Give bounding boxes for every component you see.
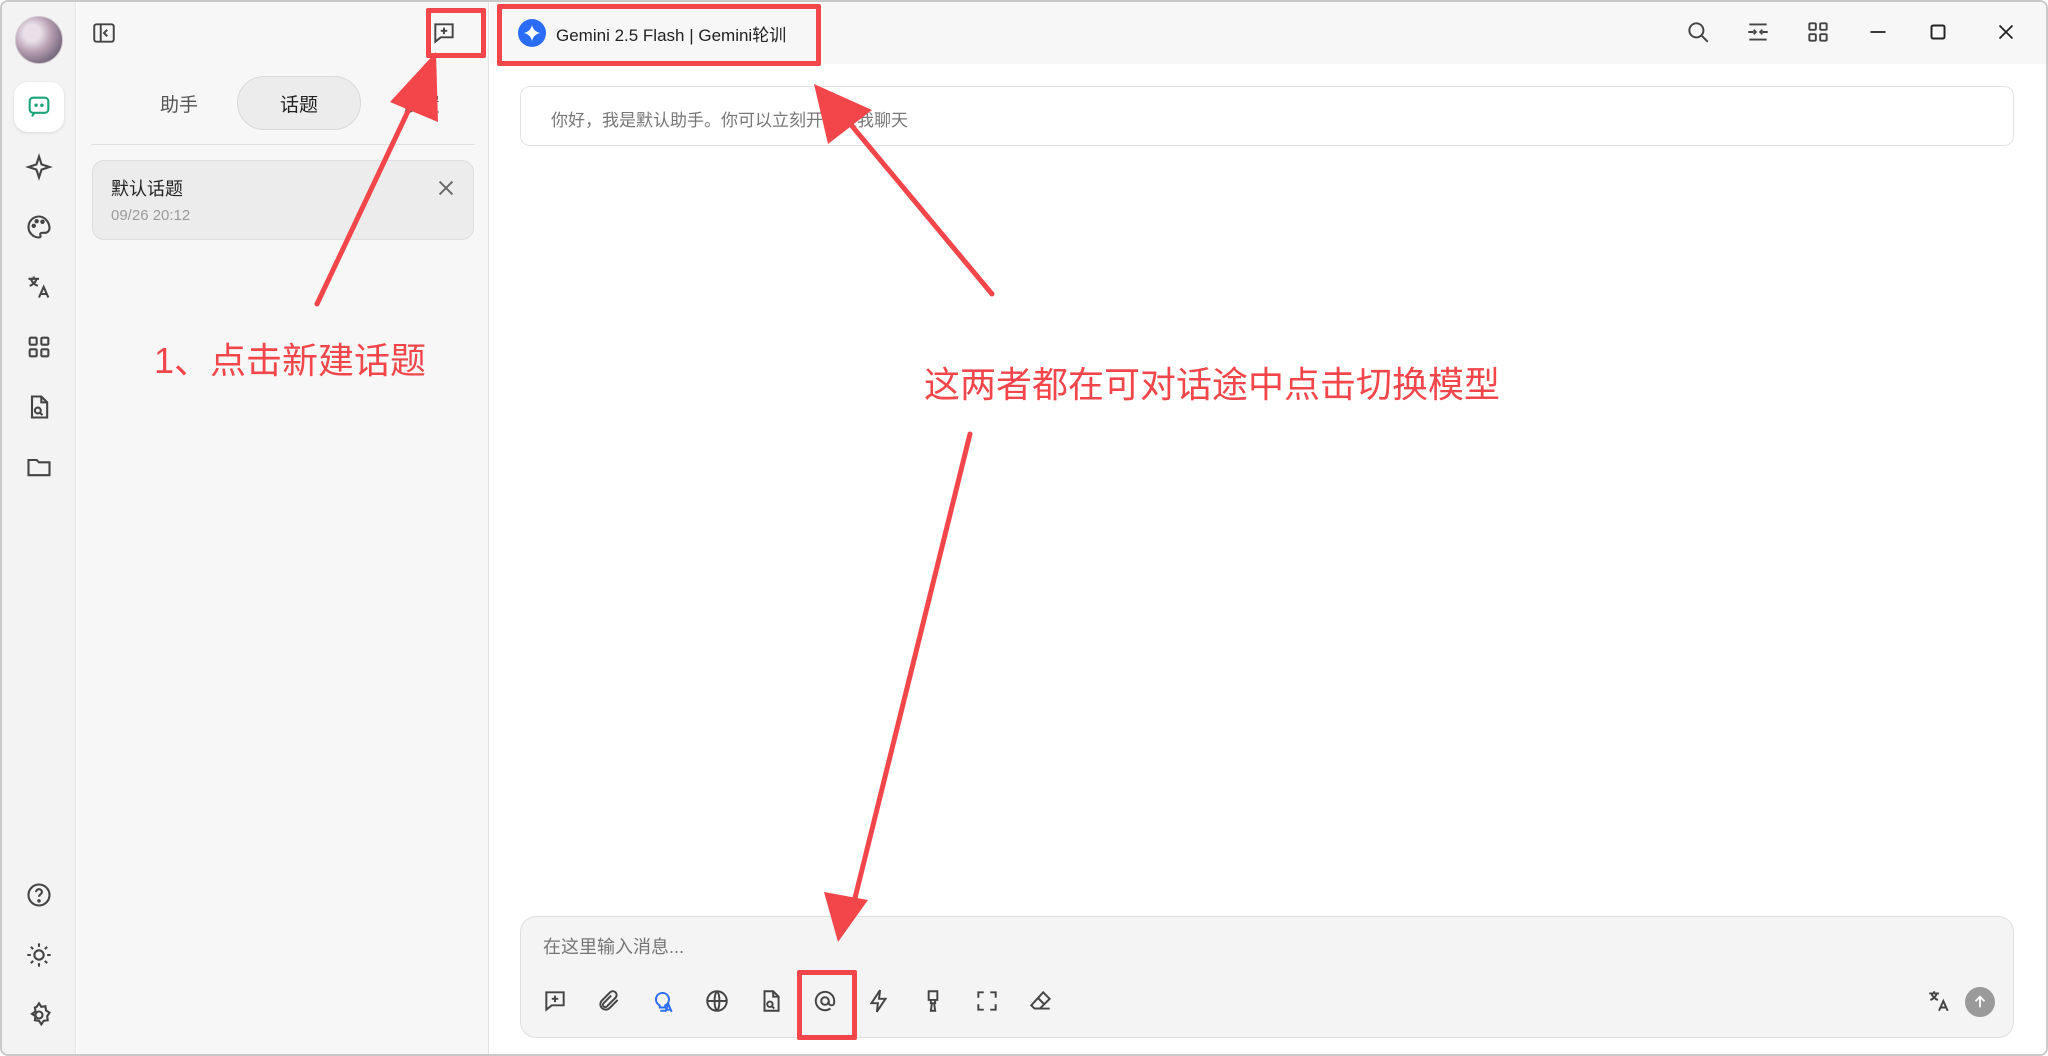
nav-paint[interactable] [14, 202, 64, 252]
quick-phrase-icon [869, 989, 888, 1013]
maximize-icon [1930, 24, 1946, 40]
narrow-mode-button[interactable] [1742, 16, 1774, 48]
collapse-sidebar-button[interactable] [87, 16, 121, 50]
annotation-new-topic-hint: 1、点击新建话题 [154, 340, 427, 381]
new-topic-tool[interactable] [537, 983, 573, 1019]
tabs-divider [91, 144, 475, 145]
search-button[interactable] [1682, 16, 1714, 48]
knowledge-icon [763, 990, 780, 1012]
help-icon [27, 883, 51, 907]
eraser-tool[interactable] [1023, 983, 1059, 1019]
nav-help[interactable] [14, 870, 64, 920]
message-composer [520, 916, 2014, 1038]
nav-files[interactable] [14, 442, 64, 492]
folder-icon [27, 458, 51, 477]
new-topic-icon [545, 991, 565, 1012]
apps-grid-icon [28, 336, 50, 358]
greeting-text: 你好，我是默认助手。你可以立刻开始跟我聊天 [551, 111, 908, 130]
thinking-tool[interactable] [645, 983, 681, 1019]
panel-toolbar [77, 2, 489, 62]
mention-model-tool[interactable] [807, 983, 843, 1019]
nav-settings[interactable] [14, 990, 64, 1040]
minimize-icon [1870, 31, 1886, 33]
chat-icon [28, 96, 50, 117]
topic-list-item[interactable]: 默认话题 09/26 20:12 [92, 160, 474, 240]
panel-tabs: 助手 话题 设置 [91, 76, 475, 130]
send-button[interactable] [1965, 987, 1995, 1017]
nav-chat[interactable] [14, 82, 64, 132]
tab-settings[interactable]: 设置 [359, 76, 483, 130]
send-icon [1974, 995, 1986, 1008]
nav-apps[interactable] [14, 322, 64, 372]
mention-model-icon [814, 990, 836, 1012]
new-topic-button[interactable] [425, 14, 463, 52]
quick-phrase-tool[interactable] [861, 983, 897, 1019]
layout-button[interactable] [1802, 16, 1834, 48]
palette-icon [27, 215, 51, 239]
nav-theme[interactable] [14, 930, 64, 980]
translate-icon [1929, 991, 1949, 1012]
narrow-mode-icon [1748, 23, 1768, 41]
sparkle-icon [25, 153, 53, 181]
close-icon [1998, 24, 2014, 40]
search-icon [1688, 22, 1709, 43]
tab-assistants[interactable]: 助手 [117, 76, 241, 130]
sidebar-collapse-icon [93, 23, 115, 43]
clear-context-icon [927, 990, 939, 1012]
nav-translate[interactable] [14, 262, 64, 312]
gemini-logo-icon [518, 19, 546, 47]
topic-panel: 助手 话题 设置 默认话题 09/26 20:12 [77, 2, 489, 1054]
knowledge-tool[interactable] [753, 983, 789, 1019]
model-label: Gemini 2.5 Flash | Gemini轮训 [556, 25, 787, 45]
topic-title: 默认话题 [111, 179, 183, 199]
maximize-button[interactable] [1922, 16, 1954, 48]
assistant-greeting-message: 你好，我是默认助手。你可以立刻开始跟我聊天 [520, 86, 2014, 146]
avatar[interactable] [15, 16, 63, 64]
nav-agents[interactable] [14, 142, 64, 192]
translate-icon [28, 276, 50, 298]
document-search-icon [30, 395, 49, 419]
topic-timestamp: 09/26 20:12 [111, 207, 191, 224]
chat-titlebar: Gemini 2.5 Flash | Gemini轮训 [490, 2, 2046, 64]
annotation-switch-model-hint: 这两者都在可对话途中点击切换模型 [924, 364, 1501, 405]
chat-main: Gemini 2.5 Flash | Gemini轮训 你好，我是默认助手。你可… [490, 2, 2046, 1054]
model-selector-button[interactable]: Gemini 2.5 Flash | Gemini轮训 [510, 14, 794, 52]
message-input[interactable] [543, 937, 1983, 958]
tab-topics[interactable]: 话题 [237, 76, 361, 130]
attachment-icon [599, 990, 619, 1011]
fullscreen-tool[interactable] [969, 983, 1005, 1019]
layout-grid-icon [1808, 22, 1828, 42]
nav-rail [2, 2, 76, 1054]
close-icon[interactable] [435, 177, 457, 199]
app-window: 助手 话题 设置 默认话题 09/26 20:12 Gemini 2.5 Fla… [0, 0, 2048, 1056]
close-window-button[interactable] [1990, 16, 2022, 48]
clear-context-tool[interactable] [915, 983, 951, 1019]
attachment-tool[interactable] [591, 983, 627, 1019]
eraser-icon [1029, 990, 1052, 1010]
fullscreen-icon [977, 991, 997, 1011]
web-search-icon [706, 990, 728, 1012]
thinking-icon [655, 992, 673, 1013]
minimize-button[interactable] [1862, 16, 1894, 48]
theme-icon [27, 943, 51, 967]
settings-icon [30, 1001, 51, 1027]
new-topic-icon [434, 23, 454, 44]
translate-tool[interactable] [1921, 983, 1957, 1019]
nav-knowledge[interactable] [14, 382, 64, 432]
web-search-tool[interactable] [699, 983, 735, 1019]
